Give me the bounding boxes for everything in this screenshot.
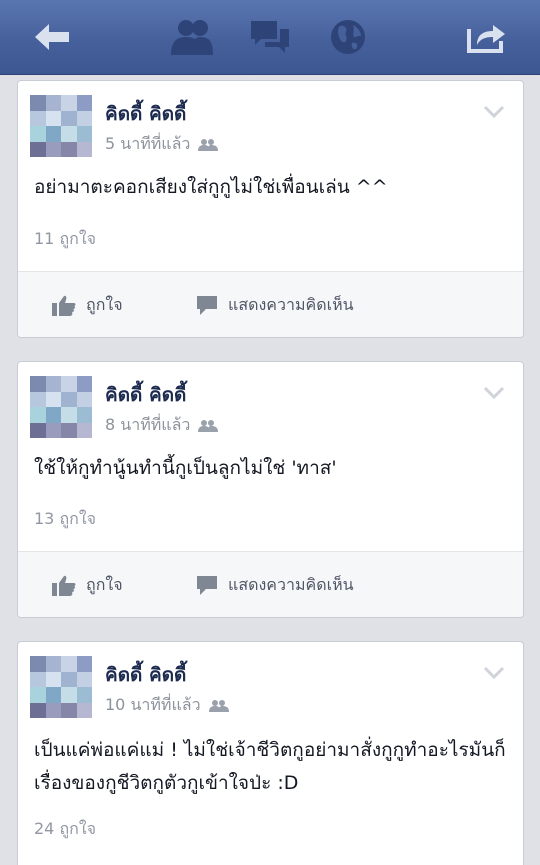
post-header: คิดดี้ คิดดี้ 8 นาทีที่แล้ว — [18, 362, 523, 452]
chevron-down-icon[interactable] — [483, 386, 505, 400]
friends-icon — [171, 20, 213, 55]
post-time[interactable]: 8 นาทีที่แล้ว — [105, 413, 190, 438]
post-text: ใช้ให้กูทำนู้นทำนี้กูเป็นลูกไม่ใช่ 'ทาส' — [34, 452, 337, 485]
friends-privacy-icon — [198, 138, 219, 151]
comment-icon — [197, 576, 217, 595]
like-button[interactable]: ถูกใจ — [52, 572, 123, 598]
back-arrow-icon — [35, 24, 69, 50]
author-name[interactable]: คิดดี้ คิดดี้ — [105, 99, 186, 129]
comment-label: แสดงความคิดเห็น — [228, 294, 354, 314]
back-button[interactable] — [20, 12, 84, 62]
chevron-down-icon[interactable] — [483, 666, 505, 680]
thumbs-up-icon — [52, 575, 76, 596]
comment-icon — [197, 296, 217, 315]
globe-icon — [331, 20, 365, 54]
post-text-line: เป็นแค่พ่อแค่แม่ ! ไม่ใช่เจ้าชีวิตกูอย่า… — [34, 739, 506, 761]
post-meta: 8 นาทีที่แล้ว — [105, 413, 219, 438]
post-card: คิดดี้ คิดดี้ 10 นาทีที่แล้ว เป็นแค่พ่อแ… — [17, 641, 524, 865]
post-text-line: ใช้ให้กูทำนู้นทำนี้กูเป็นลูกไม่ใช่ 'ทาส' — [34, 457, 337, 479]
like-count[interactable]: 11 ถูกใจ — [34, 227, 96, 252]
author-name[interactable]: คิดดี้ คิดดี้ — [105, 660, 186, 690]
friend-requests-button[interactable] — [160, 12, 224, 62]
share-icon — [467, 25, 505, 53]
friends-privacy-icon — [208, 699, 229, 712]
comment-label: แสดงความคิดเห็น — [228, 574, 354, 594]
post-meta: 10 นาทีที่แล้ว — [105, 693, 229, 718]
avatar[interactable] — [30, 376, 92, 438]
notifications-button[interactable] — [316, 12, 380, 62]
messages-button[interactable] — [238, 12, 302, 62]
post-header: คิดดี้ คิดดี้ 5 นาทีที่แล้ว — [18, 81, 523, 171]
author-name[interactable]: คิดดี้ คิดดี้ — [105, 380, 186, 410]
like-count[interactable]: 24 ถูกใจ — [34, 817, 96, 842]
avatar[interactable] — [30, 656, 92, 718]
post-actions: ถูกใจ แสดงความคิดเห็น — [18, 271, 523, 337]
post-time[interactable]: 10 นาทีที่แล้ว — [105, 693, 201, 718]
avatar[interactable] — [30, 95, 92, 157]
comment-button[interactable]: แสดงความคิดเห็น — [196, 292, 354, 318]
thumbs-up-icon — [52, 295, 76, 316]
friends-privacy-icon — [198, 419, 219, 432]
post-card: คิดดี้ คิดดี้ 5 นาทีที่แล้ว อย่ามาตะคอกเ… — [17, 80, 524, 338]
post-text-line: อย่ามาตะคอกเสียงใส่กูกูไม่ใช่เพื่อนเล่น … — [34, 176, 388, 198]
like-button[interactable]: ถูกใจ — [52, 292, 123, 318]
comment-button[interactable]: แสดงความคิดเห็น — [196, 572, 354, 598]
post-actions: ถูกใจ แสดงความคิดเห็น — [18, 551, 523, 617]
post-text: อย่ามาตะคอกเสียงใส่กูกูไม่ใช่เพื่อนเล่น … — [34, 171, 388, 204]
post-text-line: เรื่องของกูชีวิตกูตัวกูเข้าใจป่ะ :D — [34, 772, 299, 794]
post-card: คิดดี้ คิดดี้ 8 นาทีที่แล้ว ใช้ให้กูทำนู… — [17, 361, 524, 618]
post-text: เป็นแค่พ่อแค่แม่ ! ไม่ใช่เจ้าชีวิตกูอย่า… — [34, 734, 506, 800]
like-count[interactable]: 13 ถูกใจ — [34, 507, 96, 532]
post-header: คิดดี้ คิดดี้ 10 นาทีที่แล้ว — [18, 642, 523, 732]
messages-icon — [251, 21, 289, 53]
like-label: ถูกใจ — [86, 574, 123, 594]
post-meta: 5 นาทีที่แล้ว — [105, 132, 219, 157]
like-label: ถูกใจ — [86, 294, 123, 314]
chevron-down-icon[interactable] — [483, 105, 505, 119]
top-navigation-bar — [0, 0, 540, 75]
post-time[interactable]: 5 นาทีที่แล้ว — [105, 132, 190, 157]
share-button[interactable] — [454, 12, 518, 62]
